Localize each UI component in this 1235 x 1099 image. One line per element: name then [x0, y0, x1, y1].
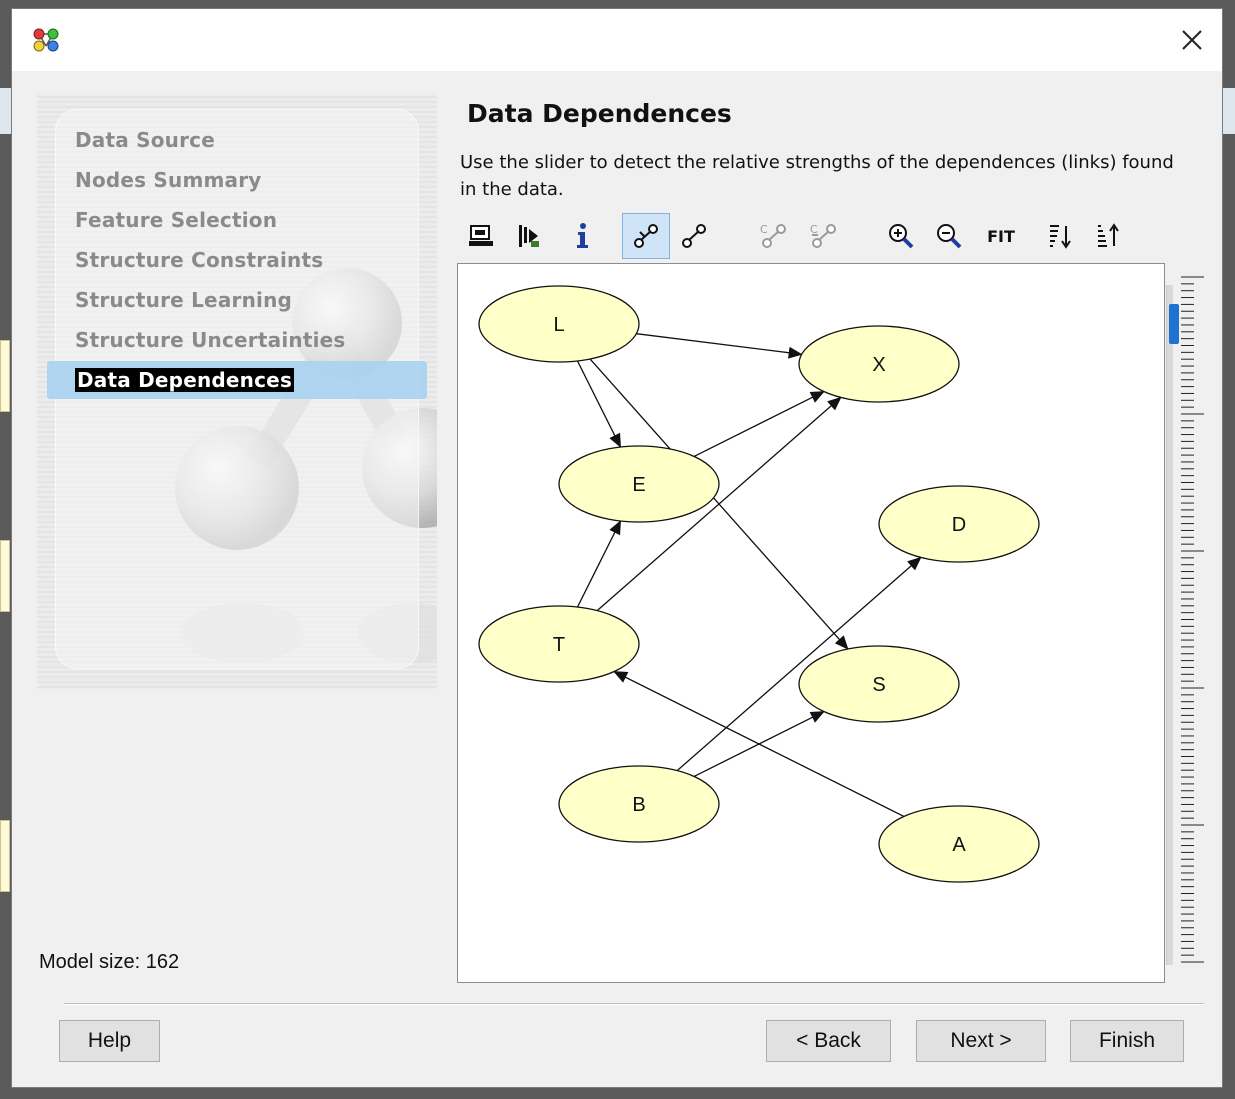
zoom-out-button[interactable]: [925, 213, 973, 259]
help-button[interactable]: Help: [59, 1020, 160, 1062]
sort-ascending-button[interactable]: [1085, 213, 1133, 259]
network-graph-panel[interactable]: L X E D T S B A: [457, 263, 1165, 983]
export-image-button[interactable]: [457, 213, 505, 259]
page-description: Use the slider to detect the relative st…: [460, 152, 1174, 200]
info-button[interactable]: [559, 213, 607, 259]
node-b[interactable]: B: [558, 765, 720, 843]
link-c-disabled-icon: C: [760, 223, 786, 248]
link-c-button: C: [750, 213, 798, 259]
step-structure-constraints: Structure Constraints: [75, 248, 324, 272]
run-check-icon: [519, 225, 539, 247]
node-label: T: [553, 634, 565, 656]
link-icon: [682, 224, 706, 248]
node-label: D: [952, 514, 966, 536]
edge-t-e[interactable]: [576, 520, 622, 608]
network-graph[interactable]: L X E D T S B A: [458, 264, 1164, 982]
next-button[interactable]: Next >: [916, 1020, 1046, 1062]
edge-l-e[interactable]: [576, 360, 622, 448]
node-d[interactable]: D: [878, 485, 1040, 563]
run-check-button[interactable]: [505, 213, 553, 259]
node-label: A: [952, 834, 966, 856]
back-button[interactable]: < Back: [766, 1020, 891, 1062]
step-structure-learning: Structure Learning: [75, 288, 293, 312]
step-feature-selection: Feature Selection: [75, 208, 278, 232]
node-e[interactable]: E: [558, 445, 720, 523]
finish-button[interactable]: Finish: [1070, 1020, 1184, 1062]
page-title: Data Dependences: [467, 99, 732, 128]
node-label: B: [632, 794, 645, 816]
edge-e-x[interactable]: [693, 390, 825, 458]
footer-separator: [64, 1003, 1204, 1005]
wizard-dialog: Data Source Nodes Summary Feature Selectio…: [11, 8, 1223, 1088]
info-icon: [577, 223, 588, 248]
close-icon: [1182, 30, 1202, 50]
link-c-arrow-disabled-icon: C: [810, 223, 836, 248]
close-button[interactable]: [1162, 9, 1222, 71]
step-label-active: Data Dependences: [75, 368, 295, 392]
node-l[interactable]: L: [478, 285, 640, 363]
model-size-label: Model size: 162: [39, 951, 180, 973]
node-label: L: [553, 314, 564, 336]
step-structure-uncertainties: Structure Uncertainties: [75, 328, 346, 352]
link-strength-icon: [634, 224, 658, 248]
link-c-arrow-button: C: [800, 213, 848, 259]
fit-button[interactable]: FIT: [977, 213, 1025, 259]
node-label: E: [632, 474, 645, 496]
graph-toolbar: C C FIT: [457, 211, 1177, 261]
sort-descending-button[interactable]: [1037, 213, 1085, 259]
network-nodes-icon: [33, 28, 59, 52]
step-data-dependences: Data Dependences: [75, 365, 295, 395]
wizard-steps-panel: Data Source Nodes Summary Feature Selectio…: [37, 93, 437, 689]
title-bar: [12, 9, 1222, 71]
link-button[interactable]: [670, 213, 718, 259]
node-label: S: [872, 674, 885, 696]
step-data-source: Data Source: [75, 128, 215, 152]
svg-text:C: C: [760, 223, 768, 236]
export-image-icon: [469, 225, 493, 246]
node-label: X: [872, 354, 885, 376]
slider-ticks: [1181, 276, 1204, 963]
zoom-in-button[interactable]: [877, 213, 925, 259]
node-x[interactable]: X: [798, 325, 960, 403]
node-s[interactable]: S: [798, 645, 960, 723]
edge-l-x[interactable]: [636, 333, 803, 359]
zoom-out-icon: [937, 224, 962, 249]
step-nodes-summary: Nodes Summary: [75, 168, 262, 192]
node-t[interactable]: T: [478, 605, 640, 683]
link-strength-button[interactable]: [622, 213, 670, 259]
node-a[interactable]: A: [878, 805, 1040, 883]
fit-label: FIT: [987, 226, 1015, 246]
slider-thumb[interactable]: [1169, 304, 1179, 345]
sort-ascending-icon: [1098, 223, 1119, 247]
sort-descending-icon: [1050, 225, 1071, 249]
link-strength-slider[interactable]: [1166, 285, 1173, 965]
zoom-in-icon: [889, 224, 914, 249]
